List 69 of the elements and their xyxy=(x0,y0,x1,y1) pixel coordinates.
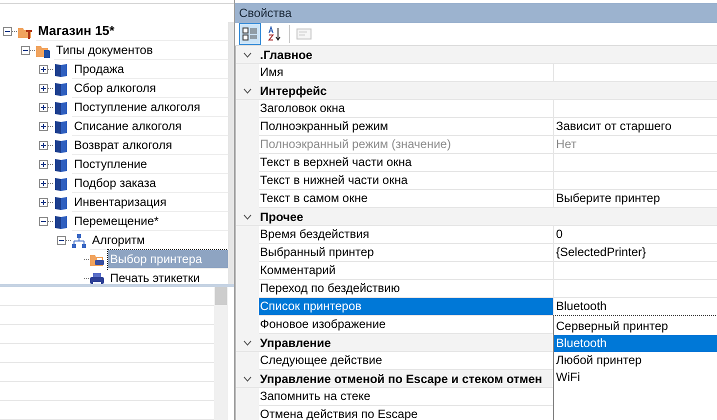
tree-line xyxy=(66,240,71,241)
expand-toggle[interactable] xyxy=(39,122,48,131)
tree-line xyxy=(48,164,53,165)
category-title: Управление отменой по Escape и стеком отмен xyxy=(259,372,542,386)
printer-icon xyxy=(89,270,105,284)
scroll-thumb[interactable] xyxy=(215,287,227,305)
category-title: Интерфейс xyxy=(259,84,327,98)
expand-toggle[interactable] xyxy=(39,103,48,112)
category-header[interactable]: Прочее xyxy=(236,208,717,226)
collapse-toggle[interactable] xyxy=(57,236,66,245)
tree-line xyxy=(48,202,53,203)
expand-toggle[interactable] xyxy=(39,179,48,188)
expand-toggle[interactable] xyxy=(39,141,48,150)
scrollbar[interactable] xyxy=(214,287,228,420)
panel-title: Свойства xyxy=(235,3,717,23)
property-value[interactable]: 0 xyxy=(554,226,717,243)
tree-line xyxy=(84,278,89,279)
property-name[interactable]: Переход по бездействию xyxy=(259,280,554,297)
expand-toggle[interactable] xyxy=(39,198,48,207)
document-icon xyxy=(53,62,69,78)
tree-line xyxy=(48,107,53,108)
category-header[interactable]: Интерфейс xyxy=(236,82,717,100)
property-name[interactable]: Текст в самом окне xyxy=(259,190,554,207)
categorized-button[interactable] xyxy=(239,23,261,45)
property-name[interactable]: Комментарий xyxy=(259,262,554,279)
property-value[interactable]: Bluetooth xyxy=(554,298,717,315)
document-icon xyxy=(53,138,69,154)
document-icon xyxy=(53,194,69,210)
document-icon xyxy=(53,214,69,230)
expand-toggle[interactable] xyxy=(39,84,48,93)
document-icon xyxy=(53,100,69,116)
tree-line xyxy=(84,259,89,260)
expand-toggle[interactable] xyxy=(39,65,48,74)
category-header[interactable]: .Главное xyxy=(236,46,717,64)
property-value[interactable]: Зависит от старшего xyxy=(554,118,717,135)
property-name[interactable]: Выбранный принтер xyxy=(259,244,554,261)
property-value[interactable]: {SelectedPrinter} xyxy=(554,244,717,261)
property-name[interactable]: Текст в нижней части окна xyxy=(259,172,554,189)
collapse-toggle[interactable] xyxy=(21,46,30,55)
sort-icon xyxy=(267,26,283,42)
document-icon xyxy=(53,118,69,134)
document-icon xyxy=(53,80,69,96)
property-name[interactable]: Список принтеров xyxy=(259,298,554,315)
property-name[interactable]: Текст в верхней части окна xyxy=(259,154,554,171)
tree-line xyxy=(48,69,53,70)
property-name[interactable]: Полноэкранный режим xyxy=(259,118,554,135)
document-icon xyxy=(53,156,69,172)
categorized-icon xyxy=(242,26,258,42)
property-value[interactable]: Выберите принтер xyxy=(554,190,717,207)
document-icon xyxy=(53,176,69,192)
property-pages-icon xyxy=(296,26,312,42)
property-name[interactable]: Время бездействия xyxy=(259,226,554,243)
tree-line xyxy=(12,31,17,32)
category-title: .Главное xyxy=(259,48,312,62)
tree-line xyxy=(48,88,53,89)
category-title: Управление xyxy=(259,336,331,350)
hierarchy-icon xyxy=(71,232,87,248)
tree-line xyxy=(48,126,53,127)
property-name[interactable]: Заголовок окна xyxy=(259,100,554,117)
category-title: Прочее xyxy=(259,210,304,224)
collapse-toggle[interactable] xyxy=(39,217,48,226)
property-name[interactable]: Имя xyxy=(259,64,554,81)
tree-line xyxy=(48,183,53,184)
tree-line xyxy=(48,145,53,146)
expand-toggle[interactable] xyxy=(39,160,48,169)
tree-line xyxy=(30,50,35,51)
dropdown-option[interactable]: Bluetooth xyxy=(554,335,717,352)
collapse-toggle[interactable] xyxy=(3,27,12,36)
tree-line xyxy=(48,221,53,222)
